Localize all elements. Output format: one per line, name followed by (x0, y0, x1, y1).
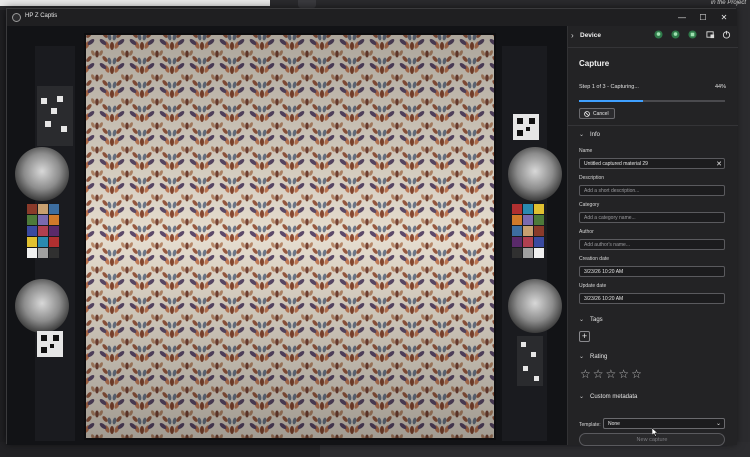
bulb-icon[interactable] (671, 30, 680, 39)
cancel-icon (584, 110, 590, 117)
star-icon[interactable]: ☆ (631, 368, 642, 380)
info-section-title[interactable]: Info (590, 132, 600, 138)
capture-preview[interactable] (7, 26, 567, 445)
capture-progress-fill (579, 100, 644, 102)
chevron-down-icon[interactable]: ⌄ (579, 393, 584, 400)
chevron-down-icon[interactable]: ⌄ (579, 316, 584, 323)
chevron-down-icon[interactable]: ⌄ (579, 131, 584, 138)
background-window-text: in the Project (710, 0, 746, 6)
author-placeholder: Add author's name... (584, 241, 630, 248)
creation-date-field[interactable]: 3/23/26 10:20 AM (579, 266, 725, 277)
mouse-cursor-icon (652, 428, 658, 437)
template-value: None (608, 420, 620, 427)
capture-progress-percent: 44% (714, 84, 726, 90)
star-icon[interactable]: ☆ (606, 368, 617, 380)
description-placeholder: Add a short description... (584, 187, 640, 194)
creation-date-label: Creation date (579, 256, 610, 262)
maximize-button[interactable]: ☐ (694, 11, 712, 23)
description-field[interactable]: Add a short description... (579, 185, 725, 196)
chevron-right-icon[interactable]: › (571, 31, 574, 40)
minimize-button[interactable]: — (673, 11, 691, 23)
capture-step-text: Step 1 of 3 - Capturing... (579, 84, 639, 90)
light-icon[interactable] (688, 30, 697, 39)
app-window: HP Z Captis — ☐ ✕ › Device Capture Step … (6, 8, 738, 446)
title-bar: HP Z Captis — ☐ ✕ (7, 9, 737, 26)
chevron-down-icon[interactable]: ⌄ (579, 353, 584, 360)
tags-section-title[interactable]: Tags (590, 317, 603, 323)
capture-title: Capture (579, 59, 610, 68)
star-icon[interactable]: ☆ (618, 368, 629, 380)
update-date-field[interactable]: 3/23/26 10:20 AM (579, 293, 725, 304)
divider (568, 125, 738, 126)
chevron-down-icon: ⌄ (715, 421, 721, 427)
creation-date-value: 3/23/26 10:20 AM (584, 268, 624, 275)
category-field[interactable]: Add a category name... (579, 212, 725, 223)
author-field[interactable]: Add author's name... (579, 239, 725, 250)
name-label: Name (579, 148, 593, 154)
background-window-right (735, 10, 750, 457)
star-icon[interactable]: ☆ (593, 368, 604, 380)
author-label: Author (579, 229, 594, 235)
category-placeholder: Add a category name... (584, 214, 636, 221)
divider (568, 47, 738, 48)
category-label: Category (579, 202, 600, 208)
background-window-edge (0, 0, 270, 6)
template-label: Template: (579, 422, 601, 428)
screenshot-icon[interactable] (706, 30, 715, 39)
power-icon[interactable] (722, 30, 731, 39)
rating-stars[interactable]: ☆ ☆ ☆ ☆ ☆ (580, 368, 642, 380)
star-icon[interactable]: ☆ (580, 368, 591, 380)
side-panel: › Device Capture Step 1 of 3 - Capturing… (567, 26, 738, 446)
template-select[interactable]: None ⌄ (603, 418, 725, 429)
update-date-value: 3/23/26 10:20 AM (584, 295, 624, 302)
description-label: Description (579, 175, 605, 181)
add-tag-button[interactable]: + (579, 331, 590, 342)
new-capture-label: New capture (636, 436, 668, 443)
cancel-label: Cancel (593, 110, 609, 117)
window-title: HP Z Captis (25, 13, 58, 19)
cancel-button[interactable]: Cancel (579, 108, 615, 119)
update-date-label: Update date (579, 283, 607, 289)
device-header[interactable]: Device (580, 32, 601, 39)
name-field[interactable]: Untitled captured material 29 ✕ (579, 158, 725, 169)
background-tab (298, 0, 316, 8)
lightbulb-icon[interactable] (654, 30, 663, 39)
capture-progress-bar (579, 100, 725, 102)
custom-metadata-section-title[interactable]: Custom metadata (590, 394, 637, 400)
app-logo-icon (12, 13, 21, 22)
clear-icon[interactable]: ✕ (716, 160, 722, 168)
rating-section-title[interactable]: Rating (590, 354, 607, 360)
material-preview-image (7, 26, 567, 445)
close-button[interactable]: ✕ (715, 11, 733, 23)
name-value: Untitled captured material 29 (584, 160, 648, 167)
